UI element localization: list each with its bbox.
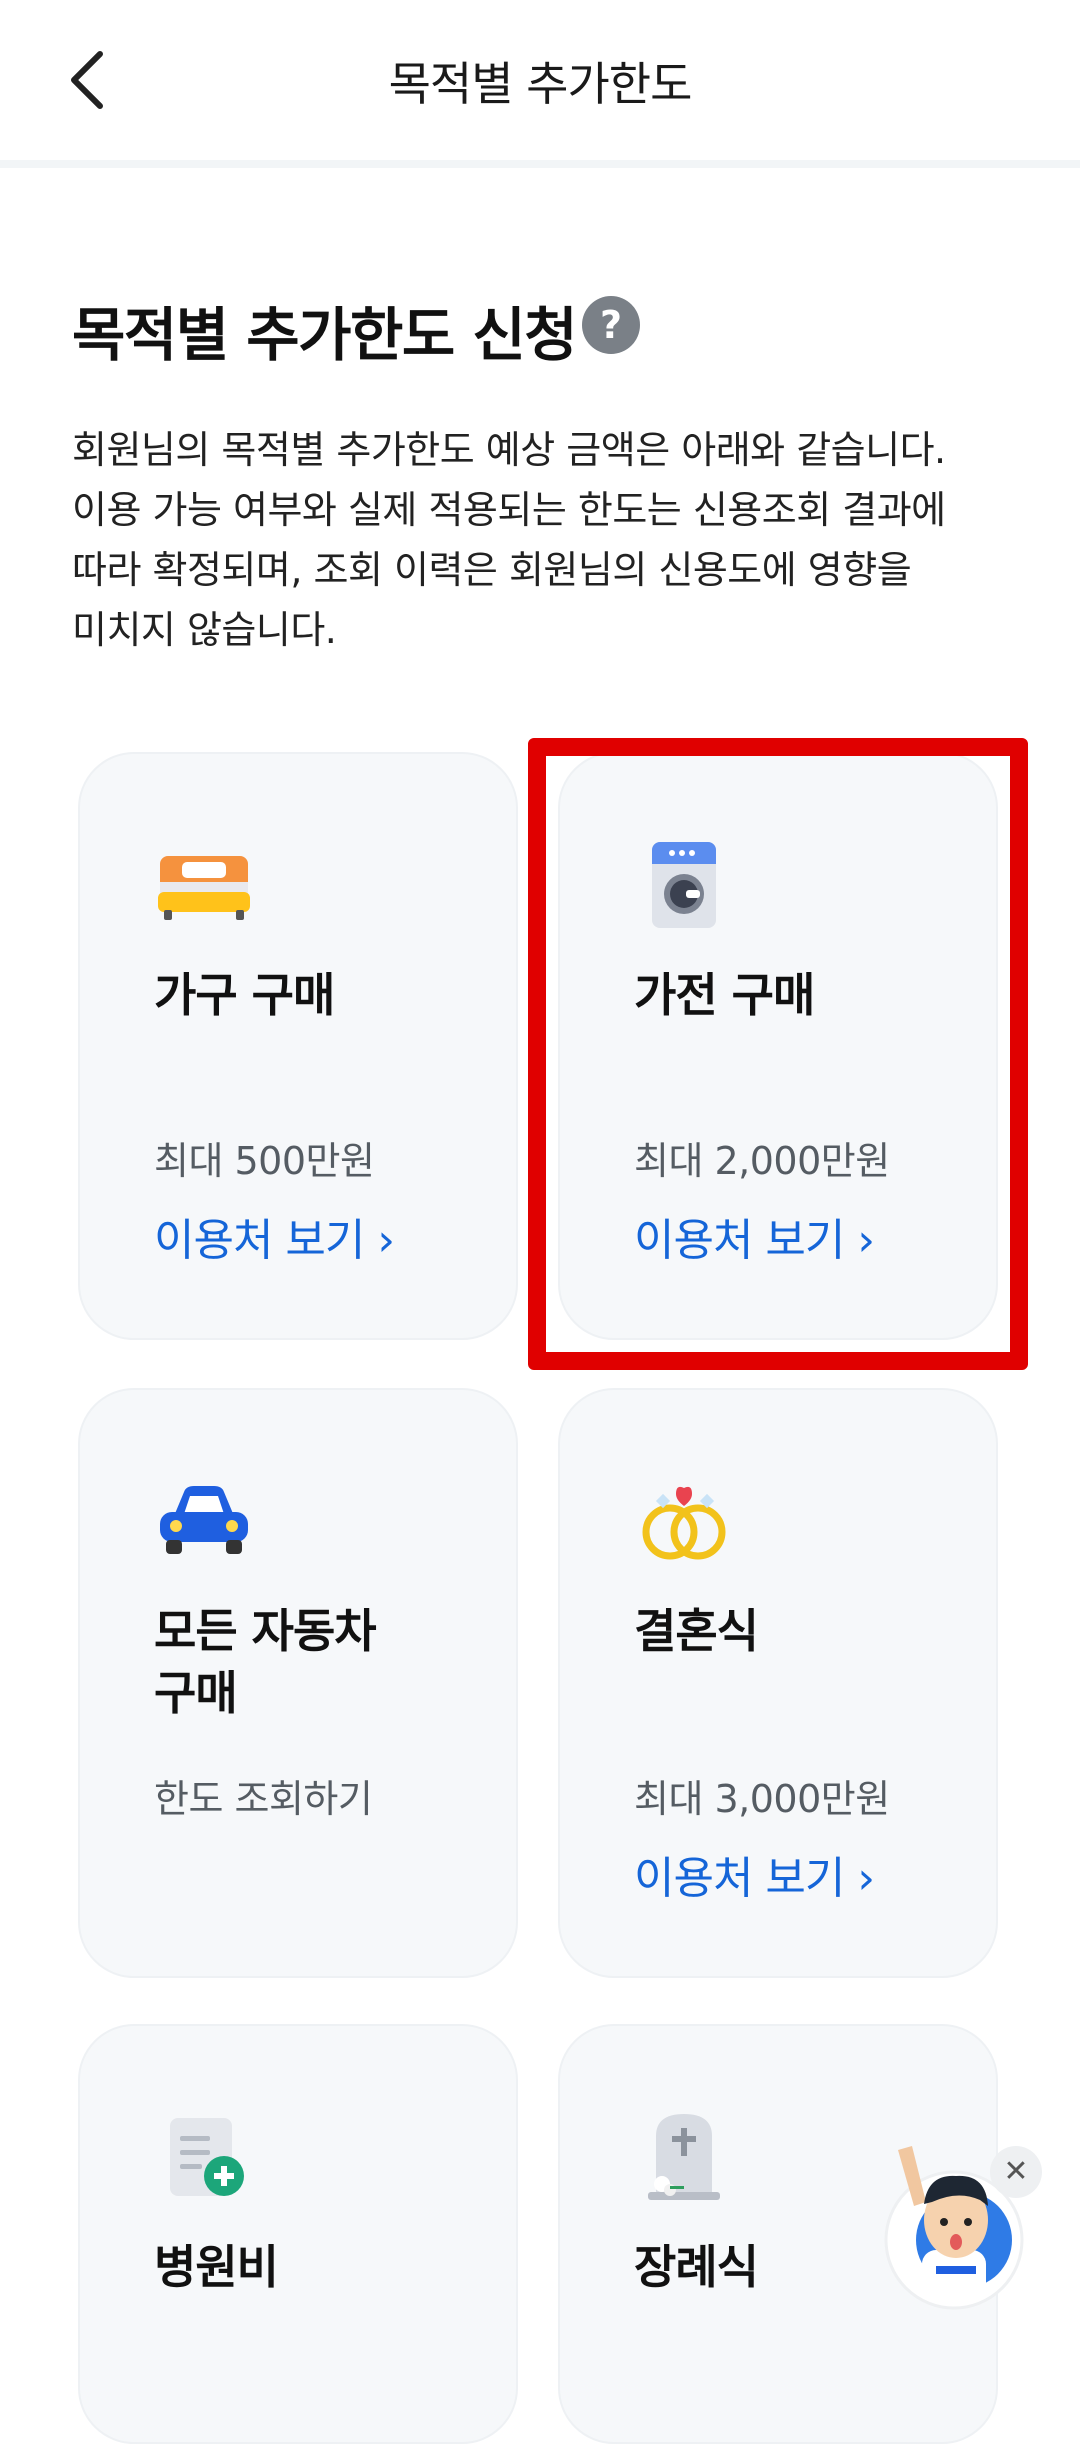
card-title-line: 모든 자동차 xyxy=(154,1604,377,1658)
header-divider xyxy=(0,160,1080,168)
view-merchants-link[interactable]: 이용처 보기 › xyxy=(634,1842,875,1906)
view-merchants-link[interactable]: 이용처 보기 › xyxy=(154,1204,395,1268)
description-line: 이용 가능 여부와 실제 적용되는 한도는 신용조회 결과에 xyxy=(72,488,946,532)
card-title-line: 구매 xyxy=(154,1666,238,1720)
card-appliances[interactable]: 가전 구매 최대 2,000만원 이용처 보기 › xyxy=(558,752,998,1340)
card-title: 가전 구매 xyxy=(634,968,815,1022)
card-limit: 최대 500만원 xyxy=(154,1139,375,1183)
washing-machine-icon xyxy=(634,834,734,934)
tombstone-icon xyxy=(634,2106,734,2206)
bed-icon xyxy=(154,834,254,934)
card-hospital[interactable]: 병원비 xyxy=(78,2024,518,2444)
card-title: 병원비 xyxy=(154,2240,279,2294)
card-furniture[interactable]: 가구 구매 최대 500만원 이용처 보기 › xyxy=(78,752,518,1340)
card-wedding[interactable]: 결혼식 최대 3,000만원 이용처 보기 › xyxy=(558,1388,998,1978)
wedding-rings-icon xyxy=(634,1470,734,1570)
help-icon[interactable]: ? xyxy=(582,296,640,354)
card-title: 장례식 xyxy=(634,2240,759,2294)
description: 회원님의 목적별 추가한도 예상 금액은 아래와 같습니다. 이용 가능 여부와… xyxy=(72,420,1022,660)
view-merchants-link[interactable]: 이용처 보기 › xyxy=(634,1204,875,1268)
medical-document-icon xyxy=(154,2106,254,2206)
page-title: 목적별 추가한도 신청 xyxy=(72,301,578,369)
card-limit: 최대 2,000만원 xyxy=(634,1139,890,1183)
car-icon xyxy=(154,1470,254,1570)
top-bar: 목적별 추가한도 xyxy=(0,0,1080,160)
page-header-title: 목적별 추가한도 xyxy=(388,57,693,111)
card-title: 모든 자동차 구매 xyxy=(154,1600,377,1724)
card-title: 가구 구매 xyxy=(154,968,335,1022)
card-car[interactable]: 모든 자동차 구매 한도 조회하기 xyxy=(78,1388,518,1978)
credit-check-label[interactable]: 한도 조회하기 xyxy=(154,1768,373,1823)
card-limit: 최대 3,000만원 xyxy=(634,1777,890,1821)
description-line: 따라 확정되며, 조회 이력은 회원님의 신용도에 영향을 xyxy=(72,548,912,592)
close-icon[interactable]: ✕ xyxy=(990,2146,1042,2198)
description-line: 회원님의 목적별 추가한도 예상 금액은 아래와 같습니다. xyxy=(72,428,946,472)
description-line: 미치지 않습니다. xyxy=(72,608,337,652)
card-title: 결혼식 xyxy=(634,1604,759,1658)
